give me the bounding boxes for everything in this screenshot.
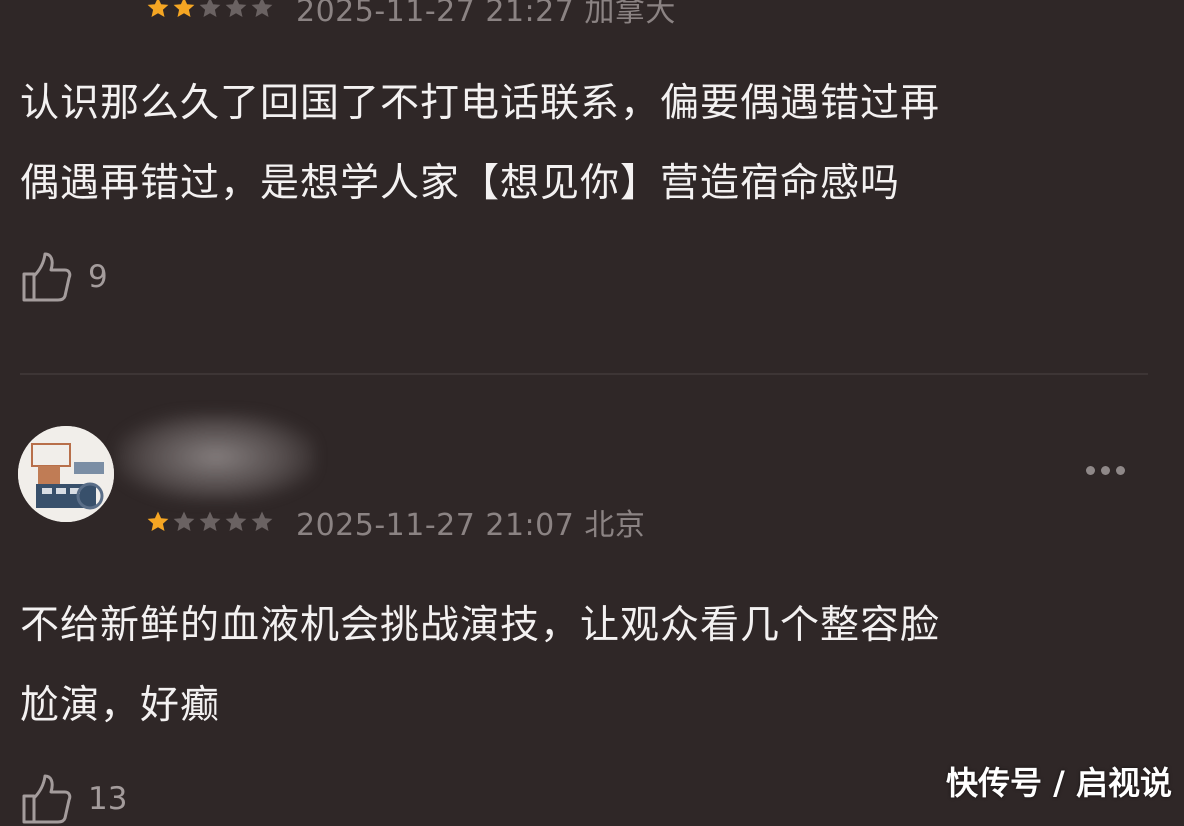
star-empty-icon [198,0,222,20]
star-empty-icon [250,510,274,534]
star-rating [146,0,274,20]
star-empty-icon [224,0,248,20]
star-empty-icon [224,510,248,534]
like-button[interactable]: 13 [20,772,127,826]
more-dots-icon[interactable] [1101,466,1110,475]
star-rating [146,510,274,534]
comment-date-location: 2025-11-27 21:27 加拿大 [296,0,676,29]
thumbs-up-icon[interactable] [20,250,72,304]
comment-text-line: 尬演，好癫 [20,683,221,728]
star-empty-icon [250,0,274,20]
comment-meta: 2025-11-27 21:07 北京 [146,500,645,544]
like-count: 9 [88,259,108,295]
username-blurred [116,412,316,502]
thumbs-up-icon[interactable] [20,772,72,826]
star-filled-icon [146,0,170,20]
more-dots-icon[interactable] [1116,466,1125,475]
star-empty-icon [198,510,222,534]
watermark: 快传号 / 启视说 [946,764,1172,802]
comment-text-line: 认识那么久了回国了不打电话联系，偏要偶遇错过再 [20,81,941,126]
more-dots-icon[interactable] [1086,466,1095,475]
comment-card: 2025-11-27 21:07 北京 不给新鲜的血液机会挑战演技，让观众看几个… [0,376,1184,824]
comment-card: 2025-11-27 21:27 加拿大 认识那么久了回国了不打电话联系，偏要偶… [0,0,1184,370]
star-filled-icon [172,0,196,20]
comment-text: 不给新鲜的血液机会挑战演技，让观众看几个整容脸 尬演，好癫 [20,586,1160,746]
more-options-button[interactable] [1086,466,1125,475]
like-count: 13 [88,781,128,817]
comment-divider [20,373,1148,375]
star-filled-icon [146,510,170,534]
comment-date-location: 2025-11-27 21:07 北京 [296,508,646,543]
comment-text: 认识那么久了回国了不打电话联系，偏要偶遇错过再 偶遇再错过，是想学人家【想见你】… [20,64,1160,224]
star-empty-icon [172,510,196,534]
comment-meta: 2025-11-27 21:27 加拿大 [146,0,676,30]
avatar[interactable] [18,426,114,522]
comment-text-line: 偶遇再错过，是想学人家【想见你】营造宿命感吗 [20,161,901,206]
comment-text-line: 不给新鲜的血液机会挑战演技，让观众看几个整容脸 [20,603,941,648]
like-button[interactable]: 9 [20,250,108,304]
